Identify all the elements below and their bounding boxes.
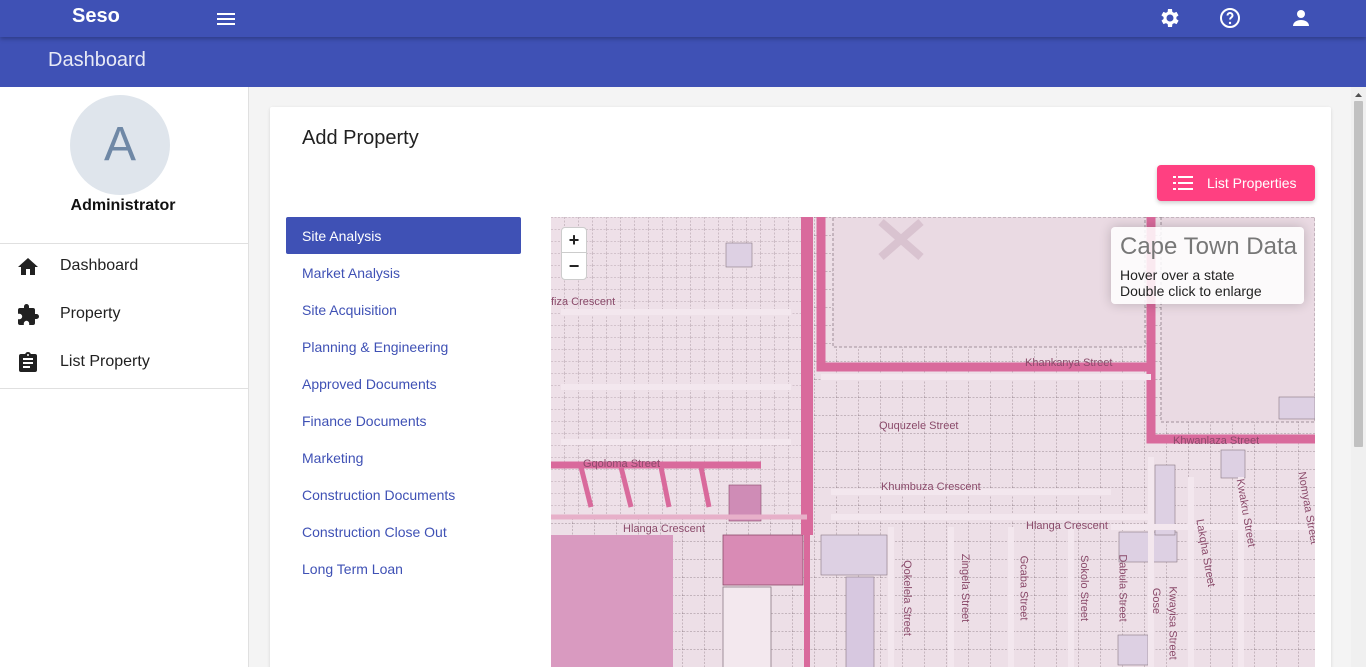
map-info-hint: Double click to enlarge: [1120, 283, 1262, 299]
brand-title[interactable]: Seso: [72, 5, 120, 28]
street-label: Ququzele Street: [879, 420, 959, 432]
step-long-term-loan[interactable]: Long Term Loan: [286, 550, 521, 587]
zoom-in-button[interactable]: +: [562, 228, 586, 253]
sidebar-item-label: List Property: [60, 353, 150, 370]
home-icon: [16, 255, 40, 279]
sidebar-item-property[interactable]: Property: [0, 291, 248, 339]
street-label: Gqoloma Street: [583, 458, 661, 470]
map-info-title: Cape Town Data: [1120, 233, 1297, 260]
sidebar-item-label: Dashboard: [60, 257, 139, 274]
step-site-analysis[interactable]: Site Analysis: [286, 217, 521, 254]
step-label: Construction Close Out: [302, 524, 447, 540]
step-site-acquisition[interactable]: Site Acquisition: [286, 291, 521, 328]
street-label: Kwayisa Street: [1166, 586, 1179, 660]
street-label: Khumbuza Crescent: [881, 481, 981, 493]
step-label: Planning & Engineering: [302, 339, 449, 355]
street-label: Khwanlaza Street: [1173, 435, 1260, 447]
settings-icon[interactable]: [1158, 6, 1182, 30]
step-approved-documents[interactable]: Approved Documents: [286, 365, 521, 402]
help-icon[interactable]: [1218, 6, 1242, 30]
scrollbar[interactable]: [1351, 87, 1366, 667]
step-construction-close-out[interactable]: Construction Close Out: [286, 513, 521, 550]
street-label: Dabula Street: [1116, 554, 1129, 622]
street-label: Gcaba Street: [1017, 555, 1030, 621]
step-label: Site Analysis: [302, 228, 382, 244]
step-construction-documents[interactable]: Construction Documents: [286, 476, 521, 513]
menu-icon[interactable]: [214, 7, 238, 31]
page-title: Dashboard: [48, 49, 146, 71]
list-properties-label: List Properties: [1207, 175, 1297, 191]
avatar: A: [70, 95, 170, 195]
step-label: Construction Documents: [302, 487, 456, 503]
street-label: Hlanga Crescent: [1026, 520, 1108, 532]
sidebar-item-label: Property: [60, 305, 121, 322]
cape-town-map[interactable]: fiza Crescent Khankanya Street Ququzele …: [551, 217, 1315, 667]
step-label: Marketing: [302, 450, 364, 466]
card-title: Add Property: [302, 127, 419, 149]
street-label: Gose: [1150, 587, 1163, 615]
street-label: Hlanga Crescent: [623, 523, 705, 535]
street-label: Sokolo Street: [1078, 554, 1091, 622]
puzzle-icon: [16, 303, 40, 327]
street-label: Qokelela Street: [900, 560, 913, 636]
add-property-card: Add Property List Properties Site Analys…: [270, 107, 1331, 667]
street-label: Khankanya Street: [1025, 357, 1113, 369]
street-label: Zingela Street: [959, 553, 972, 623]
zoom-out-button[interactable]: −: [562, 254, 586, 279]
sidebar: A Administrator Dashboard Property List …: [0, 87, 249, 667]
step-finance-documents[interactable]: Finance Documents: [286, 402, 521, 439]
page-header: Dashboard: [0, 37, 1366, 87]
step-label: Finance Documents: [302, 413, 427, 429]
divider: [0, 388, 249, 389]
step-market-analysis[interactable]: Market Analysis: [286, 254, 521, 291]
map-info-hint: Hover over a state: [1120, 267, 1235, 283]
zoom-control: + −: [561, 227, 587, 280]
step-label: Approved Documents: [302, 376, 437, 392]
list-properties-button[interactable]: List Properties: [1157, 165, 1315, 201]
clipboard-icon: [16, 351, 40, 375]
scroll-up-icon[interactable]: [1351, 89, 1366, 101]
sidebar-item-dashboard[interactable]: Dashboard: [0, 243, 248, 291]
step-label: Long Term Loan: [302, 561, 403, 577]
step-label: Market Analysis: [302, 265, 401, 281]
account-icon[interactable]: [1289, 6, 1313, 30]
step-label: Site Acquisition: [302, 302, 397, 318]
step-planning-engineering[interactable]: Planning & Engineering: [286, 328, 521, 365]
top-app-bar: Seso: [0, 0, 1366, 37]
step-marketing[interactable]: Marketing: [286, 439, 521, 476]
street-label: fiza Crescent: [551, 296, 616, 308]
list-icon: [1173, 174, 1193, 192]
scrollbar-thumb[interactable]: [1354, 101, 1363, 447]
map-info-box: Cape Town Data Hover over a state Double…: [1111, 227, 1304, 304]
sidebar-item-list-property[interactable]: List Property: [0, 339, 248, 387]
user-role: Administrator: [70, 197, 176, 214]
